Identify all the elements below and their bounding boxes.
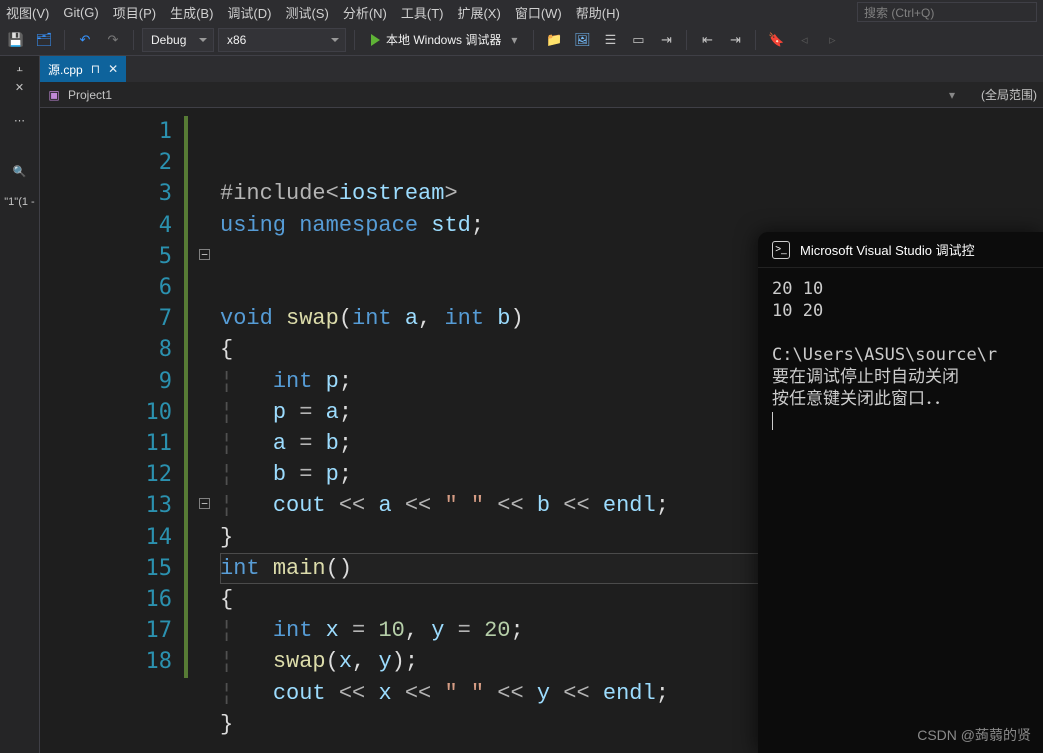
window-icon[interactable]: ▭: [626, 28, 650, 52]
next-icon[interactable]: ▹: [820, 28, 844, 52]
fold-icon[interactable]: −: [199, 498, 210, 509]
run-label: 本地 Windows 调试器: [386, 31, 501, 48]
nav-scope[interactable]: (全局范围): [981, 86, 1037, 103]
line-number: 5: [40, 241, 172, 272]
line-number: 2: [40, 147, 172, 178]
menu-analyze[interactable]: 分析(N): [343, 3, 387, 22]
list-icon[interactable]: ☰: [598, 28, 622, 52]
pin-icon[interactable]: ⊓: [91, 62, 100, 76]
menu-tools[interactable]: 工具(T): [401, 3, 444, 22]
menu-bar: 视图(V) Git(G) 项目(P) 生成(B) 调试(D) 测试(S) 分析(…: [0, 0, 1043, 24]
nav-project[interactable]: Project1: [68, 88, 112, 102]
left-truncated-label: "1"(1 -: [2, 194, 36, 210]
save-all-icon[interactable]: 🗂: [32, 28, 56, 52]
line-number: 1: [40, 116, 172, 147]
redo-icon[interactable]: ↷: [101, 28, 125, 52]
line-number: 3: [40, 178, 172, 209]
line-number: 6: [40, 272, 172, 303]
menu-help[interactable]: 帮助(H): [576, 3, 620, 22]
line-number: 18: [40, 646, 172, 677]
play-icon: [371, 34, 380, 46]
line-number: 11: [40, 428, 172, 459]
step-icon[interactable]: ⇥: [654, 28, 678, 52]
run-button[interactable]: 本地 Windows 调试器 ▾: [363, 28, 525, 52]
save-icon[interactable]: 💾: [4, 28, 28, 52]
search-icon[interactable]: 🔍: [13, 165, 27, 178]
console-output: 20 10 10 20 C:\Users\ASUS\source\r 要在调试停…: [758, 268, 1043, 442]
tab-label: 源.cpp: [48, 61, 83, 78]
prev-icon[interactable]: ◃: [792, 28, 816, 52]
nav-bar: ▣ Project1 ▾ (全局范围): [40, 82, 1043, 108]
menu-window[interactable]: 窗口(W): [515, 3, 562, 22]
pin-icon[interactable]: ⫠: [16, 62, 23, 75]
close-icon[interactable]: ✕: [15, 81, 24, 94]
toolbar: 💾 🗂 ↶ ↷ Debug x86 本地 Windows 调试器 ▾ 📁 🖼 ☰…: [0, 24, 1043, 56]
fold-icon[interactable]: −: [199, 249, 210, 260]
menu-extensions[interactable]: 扩展(X): [457, 3, 500, 22]
console-title-bar[interactable]: >_ Microsoft Visual Studio 调试控: [758, 232, 1043, 268]
close-icon[interactable]: ✕: [108, 62, 118, 76]
line-number: 14: [40, 522, 172, 553]
line-number: 13: [40, 490, 172, 521]
line-number: 9: [40, 366, 172, 397]
folder-icon[interactable]: 📁: [542, 28, 566, 52]
config-dropdown[interactable]: Debug: [142, 28, 214, 52]
line-number: 16: [40, 584, 172, 615]
line-number: 4: [40, 210, 172, 241]
outdent-icon[interactable]: ⇥: [723, 28, 747, 52]
indent-icon[interactable]: ⇤: [695, 28, 719, 52]
open-icon[interactable]: 🖼: [570, 28, 594, 52]
platform-dropdown[interactable]: x86: [218, 28, 346, 52]
terminal-icon: >_: [772, 241, 790, 259]
tab-row: 源.cpp ⊓ ✕: [40, 56, 1043, 82]
line-number: 12: [40, 459, 172, 490]
debug-console-window[interactable]: >_ Microsoft Visual Studio 调试控 20 10 10 …: [758, 232, 1043, 753]
search-input[interactable]: 搜索 (Ctrl+Q): [857, 2, 1037, 22]
line-gutter: − − 1 2 3 4 5 6 7 8 9 10 11 12 13 14 15 …: [40, 108, 220, 753]
menu-project[interactable]: 项目(P): [113, 3, 156, 22]
tab-source-cpp[interactable]: 源.cpp ⊓ ✕: [40, 56, 126, 82]
dots-icon[interactable]: ⋯: [14, 114, 25, 127]
left-panel: ⫠ ✕ ⋯ 🔍 "1"(1 -: [0, 56, 40, 753]
line-number: 8: [40, 334, 172, 365]
menu-build[interactable]: 生成(B): [170, 3, 213, 22]
line-number: 15: [40, 553, 172, 584]
line-number: 17: [40, 615, 172, 646]
undo-icon[interactable]: ↶: [73, 28, 97, 52]
menu-debug[interactable]: 调试(D): [227, 3, 271, 22]
project-icon: ▣: [46, 87, 62, 103]
console-title: Microsoft Visual Studio 调试控: [800, 240, 975, 259]
line-number: 7: [40, 303, 172, 334]
line-number: 10: [40, 397, 172, 428]
bookmark-icon[interactable]: 🔖: [764, 28, 788, 52]
menu-test[interactable]: 测试(S): [285, 3, 328, 22]
menu-view[interactable]: 视图(V): [6, 3, 49, 22]
menu-git[interactable]: Git(G): [63, 5, 98, 20]
